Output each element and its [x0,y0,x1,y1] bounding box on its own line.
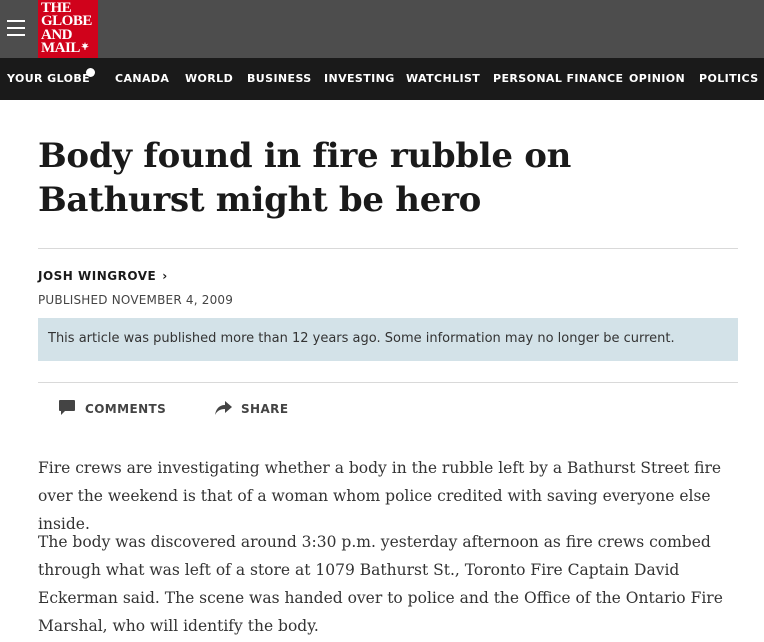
article-paragraph: Fire crews are investigating whether a b… [38,459,722,533]
nav-world[interactable]: WORLD [185,58,233,100]
nav-politics[interactable]: POLITICS [699,58,759,100]
section-nav: YOUR GLOBE CANADA WORLD BUSINESS INVESTI… [0,58,764,100]
nav-investing[interactable]: INVESTING [324,58,395,100]
publish-date: PUBLISHED NOVEMBER 4, 2009 [38,293,234,307]
share-button[interactable]: SHARE [214,397,294,421]
chevron-right-icon: › [162,269,168,283]
author-name: JOSH WINGROVE [38,269,157,283]
maple-leaf-icon [81,42,89,50]
hamburger-menu-icon[interactable] [7,20,25,36]
comment-icon [59,400,75,415]
comments-button[interactable]: COMMENTS [58,397,168,421]
nav-opinion[interactable]: OPINION [629,58,685,100]
article-headline: Body found in fire rubble on Bathurst mi… [38,136,572,220]
share-label: SHARE [241,402,289,416]
notification-dot-icon [86,68,95,77]
divider [38,382,738,383]
nav-watchlist[interactable]: WATCHLIST [406,58,480,100]
nav-your-globe[interactable]: YOUR GLOBE [7,58,90,100]
comments-label: COMMENTS [85,402,167,416]
globe-and-mail-logo[interactable]: THE GLOBE AND MAIL [38,0,98,58]
archive-notice: This article was published more than 12 … [38,318,738,361]
share-arrow-icon [215,401,232,415]
nav-canada[interactable]: CANADA [115,58,169,100]
top-bar: THE GLOBE AND MAIL [0,0,764,58]
divider [38,248,738,249]
nav-business[interactable]: BUSINESS [247,58,312,100]
nav-personal-finance[interactable]: PERSONAL FINANCE [493,58,623,100]
archive-notice-text: This article was published more than 12 … [48,331,675,346]
logo-line: GLOBE [41,13,92,29]
author-link[interactable]: JOSH WINGROVE › [38,269,168,283]
article-paragraph: The body was discovered around 3:30 p.m.… [38,533,723,635]
